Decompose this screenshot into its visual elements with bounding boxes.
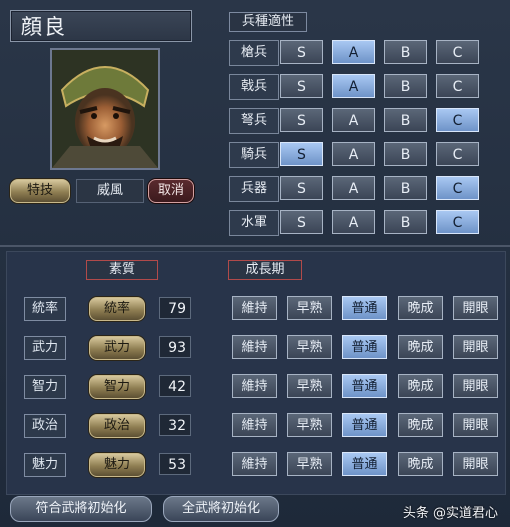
growth-option-button[interactable]: 早熟 xyxy=(287,413,332,437)
init-all-generals-button[interactable]: 全武將初始化 xyxy=(163,496,279,522)
growth-option-button[interactable]: 晩成 xyxy=(398,452,443,476)
stat-value[interactable]: 32 xyxy=(159,414,191,436)
grade-button-a[interactable]: A xyxy=(332,210,375,234)
grade-button-b[interactable]: B xyxy=(384,40,427,64)
grade-button-a[interactable]: A xyxy=(332,142,375,166)
growth-option-button[interactable]: 開眼 xyxy=(453,452,498,476)
grade-button-b[interactable]: B xyxy=(384,74,427,98)
unit-label: 騎兵 xyxy=(229,142,279,168)
grade-button-c[interactable]: C xyxy=(436,74,479,98)
grade-button-c[interactable]: C xyxy=(436,142,479,166)
growth-option-button[interactable]: 維持 xyxy=(232,452,277,476)
watermark: 头条 @实道君心 xyxy=(402,506,498,521)
init-matching-generals-button[interactable]: 符合武將初始化 xyxy=(10,496,152,522)
grade-button-c[interactable]: C xyxy=(436,176,479,200)
growth-option-button[interactable]: 普通 xyxy=(342,335,387,359)
stat-button[interactable]: 魅力 xyxy=(89,453,145,477)
aptitude-header: 兵種適性 xyxy=(229,12,307,32)
grade-button-s[interactable]: S xyxy=(280,142,323,166)
quality-header: 素質 xyxy=(86,260,158,280)
stat-button[interactable]: 武力 xyxy=(89,336,145,360)
grade-button-b[interactable]: B xyxy=(384,142,427,166)
growth-option-button[interactable]: 維持 xyxy=(232,335,277,359)
grade-button-a[interactable]: A xyxy=(332,40,375,64)
portrait-image xyxy=(52,50,158,168)
edit-general-panel: 顔良 特技 威風 取消 兵種適性 槍兵SABC戟兵SABC弩 xyxy=(0,0,510,527)
skill-row: 特技 威風 取消 xyxy=(10,179,194,205)
growth-option-button[interactable]: 早熟 xyxy=(287,452,332,476)
stat-value[interactable]: 53 xyxy=(159,453,191,475)
unit-label: 兵器 xyxy=(229,176,279,202)
growth-option-button[interactable]: 開眼 xyxy=(453,374,498,398)
growth-option-button[interactable]: 普通 xyxy=(342,413,387,437)
growth-option-button[interactable]: 維持 xyxy=(232,374,277,398)
stat-value[interactable]: 79 xyxy=(159,297,191,319)
stat-label: 魅力 xyxy=(24,453,66,477)
growth-option-button[interactable]: 開眼 xyxy=(453,413,498,437)
growth-option-button[interactable]: 晩成 xyxy=(398,413,443,437)
stat-button[interactable]: 統率 xyxy=(89,297,145,321)
growth-option-button[interactable]: 開眼 xyxy=(453,296,498,320)
unit-label: 槍兵 xyxy=(229,40,279,66)
divider xyxy=(0,245,510,247)
stat-label: 智力 xyxy=(24,375,66,399)
general-portrait xyxy=(50,48,160,170)
growth-option-button[interactable]: 普通 xyxy=(342,452,387,476)
grade-button-s[interactable]: S xyxy=(280,108,323,132)
grade-button-a[interactable]: A xyxy=(332,74,375,98)
grade-button-s[interactable]: S xyxy=(280,176,323,200)
grade-button-b[interactable]: B xyxy=(384,176,427,200)
growth-header: 成長期 xyxy=(228,260,302,280)
stat-label: 武力 xyxy=(24,336,66,360)
grade-button-a[interactable]: A xyxy=(332,108,375,132)
grade-button-s[interactable]: S xyxy=(280,74,323,98)
skill-value: 威風 xyxy=(76,179,144,203)
growth-option-button[interactable]: 普通 xyxy=(342,296,387,320)
growth-option-button[interactable]: 早熟 xyxy=(287,335,332,359)
growth-option-button[interactable]: 維持 xyxy=(232,296,277,320)
unit-label: 戟兵 xyxy=(229,74,279,100)
growth-option-button[interactable]: 晩成 xyxy=(398,374,443,398)
stat-label: 政治 xyxy=(24,414,66,438)
growth-option-button[interactable]: 維持 xyxy=(232,413,277,437)
unit-label: 弩兵 xyxy=(229,108,279,134)
grade-button-a[interactable]: A xyxy=(332,176,375,200)
grade-button-c[interactable]: C xyxy=(436,108,479,132)
stat-label: 統率 xyxy=(24,297,66,321)
grade-button-s[interactable]: S xyxy=(280,40,323,64)
grade-button-b[interactable]: B xyxy=(384,108,427,132)
stat-button[interactable]: 智力 xyxy=(89,375,145,399)
stat-button[interactable]: 政治 xyxy=(89,414,145,438)
general-name: 顔良 xyxy=(10,10,192,42)
grade-button-s[interactable]: S xyxy=(280,210,323,234)
grade-button-c[interactable]: C xyxy=(436,40,479,64)
growth-option-button[interactable]: 晩成 xyxy=(398,296,443,320)
growth-option-button[interactable]: 晩成 xyxy=(398,335,443,359)
stat-value[interactable]: 93 xyxy=(159,336,191,358)
growth-option-button[interactable]: 開眼 xyxy=(453,335,498,359)
growth-option-button[interactable]: 早熟 xyxy=(287,296,332,320)
grade-button-b[interactable]: B xyxy=(384,210,427,234)
growth-option-button[interactable]: 早熟 xyxy=(287,374,332,398)
skill-button[interactable]: 特技 xyxy=(10,179,70,203)
stat-value[interactable]: 42 xyxy=(159,375,191,397)
grade-button-c[interactable]: C xyxy=(436,210,479,234)
unit-label: 水軍 xyxy=(229,210,279,236)
cancel-button[interactable]: 取消 xyxy=(148,179,194,203)
growth-option-button[interactable]: 普通 xyxy=(342,374,387,398)
